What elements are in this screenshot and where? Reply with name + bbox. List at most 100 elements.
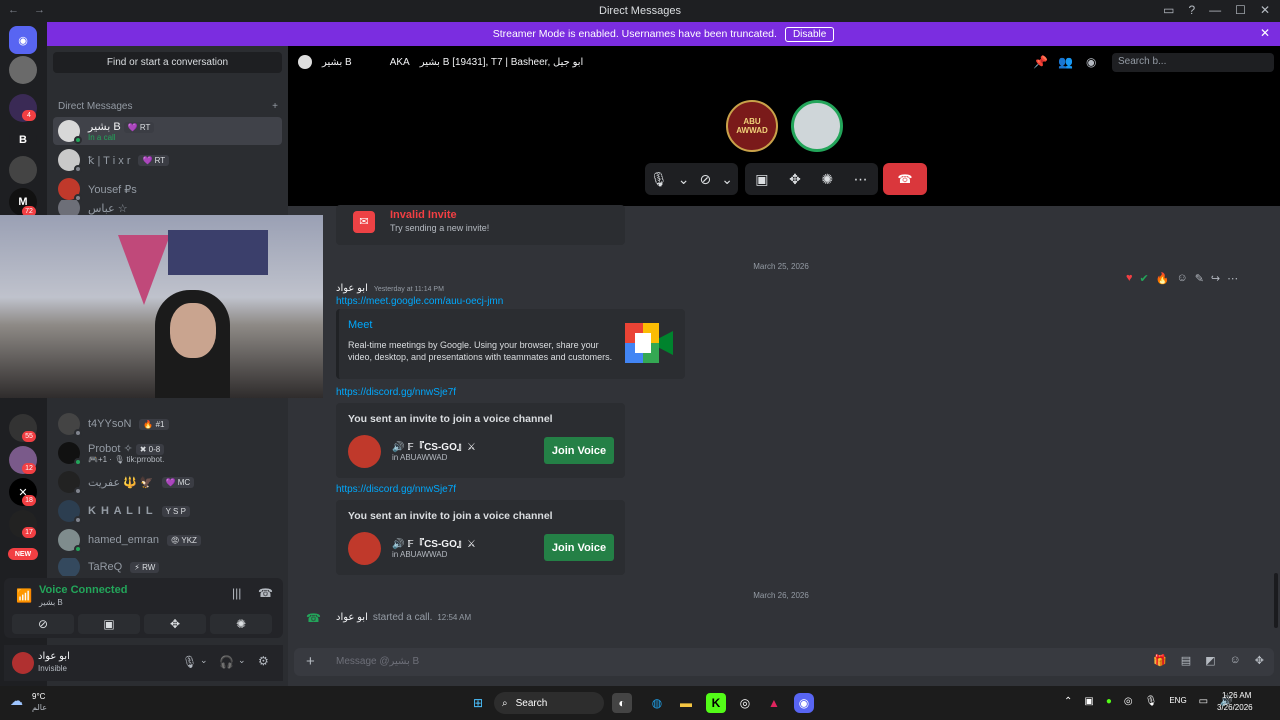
check-reaction-icon[interactable]: ✔ [1140,272,1149,285]
apps-icon[interactable]: ✥ [1255,654,1264,667]
invite-link[interactable]: https://discord.gg/nnwSje7f [336,484,456,495]
app-icon[interactable]: ◐ [612,693,632,713]
join-voice-button[interactable]: Join Voice [544,534,614,561]
chevron-down-icon[interactable]: ⌄ [721,171,733,188]
activities-icon[interactable]: ✥ [144,614,206,634]
dm-item[interactable]: Probot ✧ ✖ 0-8 🎮+1 · 🎙 tik:prrobot. [53,439,282,467]
gif-icon[interactable]: ▤ [1181,654,1191,667]
plus-icon[interactable]: + [306,653,315,670]
close-icon[interactable]: ✕ [1260,26,1270,40]
app-icon[interactable]: ▲ [764,693,784,713]
dm-item[interactable]: Yousef ₽s [53,175,282,203]
hang-up-button[interactable]: ☎ [883,163,927,195]
taskbar-search[interactable]: ⌕ Search [494,692,604,714]
camera-off-icon[interactable]: ⊘ [700,171,712,188]
message-author[interactable]: ابو عواد [336,283,368,294]
avatar[interactable] [12,652,34,674]
help-icon[interactable]: ? [1188,3,1195,17]
voice-status[interactable]: Voice Connected [39,584,127,596]
disable-button[interactable]: Disable [784,26,835,42]
close-button[interactable]: ✕ [1260,3,1270,17]
callee-avatar[interactable] [791,100,843,152]
edit-icon[interactable]: ✎ [1195,272,1204,285]
more-icon[interactable]: ⋯ [1227,272,1238,285]
mic-control[interactable]: 🎙 ⌄ ⊘ ⌄ [645,163,738,195]
call-tools[interactable]: ▣ ✥ ✺ ⋯ [745,163,878,195]
invite-link[interactable]: https://discord.gg/nnwSje7f [336,387,456,398]
weather-icon[interactable]: ☁ [10,693,23,709]
unread-badge: 4 [22,110,36,121]
meet-link[interactable]: https://meet.google.com/auu-oecj-jmn [336,296,503,307]
message-input[interactable]: Message @بشير B [336,656,419,667]
chevron-down-icon[interactable]: ⌄ [200,655,208,666]
fire-reaction-icon[interactable]: 🔥 [1156,272,1170,285]
mic-icon[interactable]: 🎙 [182,655,197,669]
pin-icon[interactable]: 📌 [1033,55,1048,69]
language-indicator[interactable]: ENG [1169,696,1186,707]
voice-channel[interactable]: بشير B [39,598,63,607]
camera-off-icon[interactable]: ⊘ [12,614,74,634]
gear-icon[interactable]: ⚙ [258,654,269,668]
discord-home-icon[interactable]: ◉ [9,26,37,54]
profile-icon[interactable]: ◉ [1086,55,1096,69]
soundboard-icon[interactable]: ✺ [821,171,833,188]
network-icon[interactable]: ▭ [1199,696,1208,707]
server-icon[interactable] [9,56,37,84]
discord-taskbar-icon[interactable]: ◉ [794,693,814,713]
kick-icon[interactable]: K [706,693,726,713]
chevron-down-icon[interactable]: ⌄ [238,655,246,666]
tray-app-icon[interactable]: ● [1106,696,1112,707]
server-icon[interactable]: B [9,126,37,154]
soundboard-icon[interactable]: ✺ [210,614,272,634]
headphones-icon[interactable]: 🎧 [219,655,234,669]
scrollbar[interactable] [1274,573,1278,628]
activities-icon[interactable]: ✥ [789,171,801,188]
add-reaction-icon[interactable]: ☺ [1176,272,1187,285]
history-nav[interactable]: ← → [8,4,51,16]
sticker-icon[interactable]: ◩ [1205,654,1215,667]
maximize-button[interactable]: ☐ [1235,3,1246,17]
screen-icon[interactable]: ▭ [1163,3,1174,17]
dm-item[interactable]: ꝁ | T i x r 💜 RT [53,146,282,174]
dm-item[interactable]: hamed_emran 😡 YKZ [53,526,282,554]
mic-tray-icon[interactable]: 🎙 [1145,696,1158,707]
tray-app-icon[interactable]: ▣ [1084,696,1093,707]
more-icon[interactable]: ⋯ [854,171,868,188]
mic-icon[interactable]: 🎙 [650,171,668,188]
clock-time[interactable]: 1:26 AM [1222,691,1251,700]
windows-start-icon[interactable]: ⊞ [468,693,488,713]
add-dm-icon[interactable]: + [272,101,278,112]
server-icon[interactable] [9,156,37,184]
call-author[interactable]: ابو عواد [336,612,368,623]
chevron-down-icon[interactable]: ⌄ [678,171,690,188]
emoji-icon[interactable]: ☺ [1230,654,1241,667]
heart-reaction-icon[interactable]: ♥ [1126,272,1133,285]
screen-share-icon[interactable]: ▣ [755,171,768,188]
disconnect-icon[interactable]: ☎ [258,586,273,600]
embed-title[interactable]: Meet [348,319,372,331]
dm-item[interactable]: بشير B 💜 RT In a call [53,117,282,145]
join-voice-button[interactable]: Join Voice [544,437,614,464]
find-conversation-button[interactable]: Find or start a conversation [53,52,282,73]
caller-avatar[interactable]: ABU AWWAD [726,100,778,152]
signal-icon[interactable]: 📶 [16,588,32,604]
dm-item[interactable]: عباس ☆ [53,200,282,216]
chevron-up-icon[interactable]: ⌃ [1064,696,1072,707]
dm-item[interactable]: K H A L I LY S P [53,497,282,525]
dm-item[interactable]: TaReQ ⚡ RW [53,558,282,576]
wall-decoration [118,235,170,305]
forward-icon[interactable]: ↪ [1211,272,1220,285]
dm-item[interactable]: t4YYsoN 🔥 #1 [53,410,282,438]
gift-icon[interactable]: 🎁 [1153,654,1167,667]
tray-app-icon[interactable]: ◎ [1124,696,1133,707]
screen-share-icon[interactable]: ▣ [78,614,140,634]
noise-suppression-icon[interactable]: ||| [232,586,241,600]
obs-icon[interactable]: ◎ [735,693,755,713]
add-friend-icon[interactable]: 👥 [1058,55,1073,69]
search-input[interactable]: Search b... [1112,53,1274,72]
dm-item[interactable]: عفريت 🔱 🦅 💜 MC [53,468,282,496]
file-explorer-icon[interactable]: ▬ [676,693,696,713]
clock-date[interactable]: 3/26/2026 [1217,703,1253,712]
edge-icon[interactable]: ◍ [647,693,667,713]
minimize-button[interactable]: — [1209,3,1221,17]
